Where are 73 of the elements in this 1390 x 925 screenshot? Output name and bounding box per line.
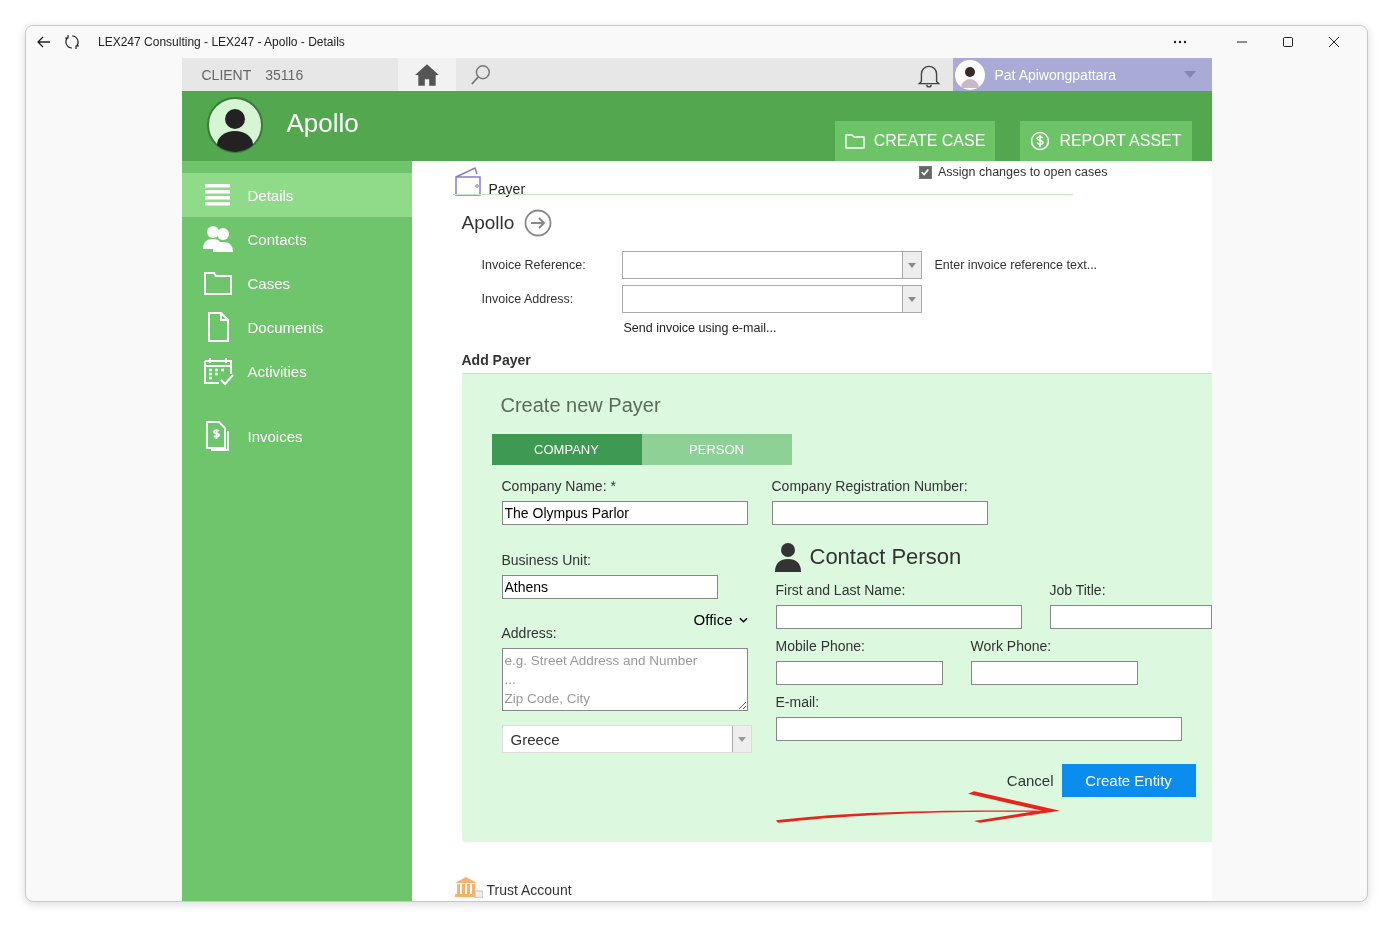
mobile-phone-field[interactable]	[775, 661, 943, 685]
close-icon[interactable]	[1328, 36, 1340, 48]
create-entity-button[interactable]: Create Entity	[1061, 764, 1196, 797]
field-label: Company Name: *	[501, 478, 617, 496]
sidebar-item[interactable]: Documents	[181, 305, 412, 349]
person-icon	[773, 541, 802, 573]
user-avatar	[954, 59, 985, 90]
maximize-icon[interactable]	[1282, 36, 1294, 48]
field-label: E-mail:	[775, 694, 821, 712]
entity-title: Apollo	[286, 108, 359, 139]
work-phone-field[interactable]	[970, 661, 1138, 685]
dropdown-arrow-icon	[907, 296, 916, 302]
tab[interactable]: COMPANY	[491, 434, 642, 465]
client-label: CLIENT	[201, 66, 252, 83]
create-case-button[interactable]: CREATE CASE	[834, 121, 996, 161]
sidebar-item[interactable]: Invoices	[181, 414, 412, 458]
sidebar-item[interactable]: Cases	[181, 261, 412, 305]
name-field[interactable]	[775, 605, 1022, 629]
section-title: Payer	[488, 181, 526, 197]
sidebar-item[interactable]: Contacts	[181, 217, 412, 261]
send-email-link[interactable]: Send invoice using e-mail...	[623, 321, 1212, 335]
field-label: Mobile Phone:	[775, 638, 866, 656]
people-icon	[201, 223, 234, 255]
chevron-down-icon	[738, 616, 748, 623]
sidebar-item[interactable]: Activities	[181, 349, 412, 393]
company-name-field[interactable]: The Olympus Parlor	[501, 501, 748, 525]
dollar-icon	[1030, 131, 1051, 151]
section-heading: Add Payer	[461, 352, 532, 368]
address-type-dropdown[interactable]: Office	[693, 611, 752, 628]
refresh-icon[interactable]	[64, 34, 80, 50]
user-menu[interactable]: Pat Apiwongpattara	[952, 58, 1212, 91]
caret-icon	[1183, 71, 1196, 78]
assign-changes-checkbox[interactable]: Assign changes to open cases	[918, 165, 1108, 179]
field-label: Address:	[501, 625, 558, 643]
field-label: Company Registration Number:	[771, 478, 969, 496]
search-icon[interactable]	[469, 63, 492, 86]
field-label: Business Unit:	[501, 552, 592, 570]
address-field[interactable]: e.g. Street Address and Number ... Zip Code, City	[501, 648, 748, 711]
client-number: 35116	[265, 66, 304, 83]
field-label: Job Title:	[1049, 582, 1107, 600]
avatar-icon	[206, 97, 263, 153]
field-label: Invoice Reference:	[481, 258, 587, 272]
calendar-icon	[201, 355, 234, 387]
invoice-reference-field[interactable]	[621, 251, 922, 279]
window-title: LEX247 Consulting - LEX247 - Apollo - Details	[98, 35, 345, 49]
dropdown-arrow-icon	[737, 736, 746, 742]
field-label: Invoice Address:	[481, 292, 575, 306]
tab[interactable]: PERSON	[641, 434, 792, 465]
contact-person-heading: Contact Person	[809, 544, 962, 570]
home-icon	[413, 62, 440, 87]
field-label: First and Last Name:	[775, 582, 907, 600]
field-label: Work Phone:	[970, 638, 1053, 656]
invoice-address-field[interactable]	[621, 285, 922, 313]
cancel-link[interactable]: Cancel	[1006, 772, 1054, 789]
business-unit-field[interactable]: Athens	[501, 575, 718, 599]
back-icon[interactable]	[36, 34, 52, 50]
payer-name: Apollo	[461, 212, 515, 234]
sidebar-item[interactable]: Details	[181, 173, 412, 217]
registration-number-field[interactable]	[771, 501, 988, 525]
dropdown-arrow-icon	[907, 262, 916, 268]
folder-icon	[844, 133, 865, 149]
hint-text: Enter invoice reference text...	[934, 258, 1098, 272]
form-title: Create new Payer	[500, 394, 662, 417]
home-tab[interactable]	[397, 58, 456, 91]
report-asset-button[interactable]: REPORT ASSET	[1020, 121, 1192, 161]
more-icon[interactable]	[1173, 40, 1187, 44]
check-icon	[920, 167, 931, 177]
email-field[interactable]	[775, 717, 1182, 741]
section-title: Trust Account	[486, 882, 572, 898]
arrow-circle-icon[interactable]	[524, 209, 553, 237]
bank-icon	[452, 876, 483, 898]
country-dropdown[interactable]: Greece	[501, 725, 752, 753]
job-title-field[interactable]	[1049, 605, 1212, 629]
